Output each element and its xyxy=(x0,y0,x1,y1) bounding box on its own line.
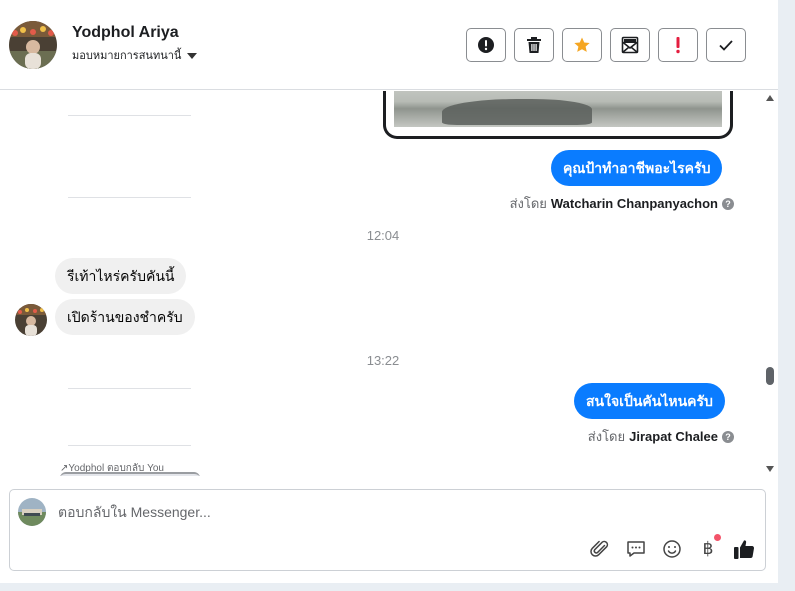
message-thread[interactable]: คุณป้าทำอาชีพอะไรครับ ส่งโดย Watcharin C… xyxy=(0,91,778,476)
thread-scrollbar[interactable] xyxy=(762,91,778,476)
contact-avatar-small[interactable] xyxy=(15,304,47,336)
assign-conversation-dropdown[interactable]: มอบหมายการสนทนานี้ xyxy=(72,46,198,64)
sender-name: Jirapat Chalee xyxy=(629,429,718,444)
smiley-icon xyxy=(663,540,681,558)
chat-bubble-icon xyxy=(627,541,645,557)
header-actions xyxy=(466,28,746,62)
thumbs-up-icon xyxy=(734,540,755,559)
mark-done-button[interactable] xyxy=(706,28,746,62)
sent-by-prefix: ส่งโดย xyxy=(509,196,547,211)
outgoing-message[interactable]: คุณป้าทำอาชีพอะไรครับ xyxy=(551,150,723,186)
saved-replies-button[interactable] xyxy=(625,538,647,560)
attach-button[interactable] xyxy=(589,538,611,560)
help-icon[interactable]: ? xyxy=(722,197,734,210)
scroll-down-arrow-icon[interactable] xyxy=(766,466,774,472)
outgoing-message[interactable]: สนใจเป็นคันไหนครับ xyxy=(574,383,725,419)
quoted-message-preview[interactable] xyxy=(60,472,200,476)
page-avatar xyxy=(18,498,46,526)
contact-name: Yodphol Ariya xyxy=(72,24,179,41)
star-icon xyxy=(574,37,590,52)
conversation-panel: Yodphol Ariya มอบหมายการสนทนานี้ คุณป้าท… xyxy=(0,0,778,583)
incoming-message[interactable]: เปิดร้านของชำครับ xyxy=(55,299,195,335)
alert-circle-icon xyxy=(478,37,494,53)
exclamation-icon xyxy=(676,37,680,54)
star-button[interactable] xyxy=(562,28,602,62)
image-attachment[interactable] xyxy=(383,91,733,139)
checkmark-icon xyxy=(719,40,733,51)
trash-icon xyxy=(527,37,541,53)
scroll-thumb[interactable] xyxy=(766,367,774,385)
help-icon[interactable]: ? xyxy=(722,430,734,443)
divider xyxy=(68,388,191,389)
baht-icon: ฿ xyxy=(702,539,714,559)
reply-composer: ฿ xyxy=(9,489,766,571)
scroll-up-arrow-icon[interactable] xyxy=(766,95,774,101)
sent-by-prefix: ส่งโดย xyxy=(587,429,626,444)
notification-dot xyxy=(714,534,721,541)
paperclip-icon xyxy=(590,540,609,557)
attachment-photo xyxy=(394,91,722,127)
divider xyxy=(68,445,191,446)
payment-button[interactable]: ฿ xyxy=(697,534,721,560)
incoming-message[interactable]: รีเท้าไหร่ครับคันนี้ xyxy=(55,258,187,294)
conversation-header: Yodphol Ariya มอบหมายการสนทนานี้ xyxy=(0,0,778,90)
mark-unread-button[interactable] xyxy=(610,28,650,62)
emoji-button[interactable] xyxy=(661,538,683,560)
caret-down-icon xyxy=(187,53,198,59)
contact-avatar[interactable] xyxy=(9,21,57,69)
sent-by-line: ส่งโดย Watcharin Chanpanyachon ? xyxy=(510,193,734,214)
timestamp: 12:04 xyxy=(366,228,400,243)
composer-tools: ฿ xyxy=(589,534,755,560)
timestamp: 13:22 xyxy=(366,353,400,368)
sent-by-line: ส่งโดย Jirapat Chalee ? xyxy=(588,426,734,447)
reply-input[interactable] xyxy=(58,504,598,520)
follow-up-button[interactable] xyxy=(658,28,698,62)
like-button[interactable] xyxy=(733,538,755,560)
divider xyxy=(68,115,191,116)
delete-button[interactable] xyxy=(514,28,554,62)
divider xyxy=(68,197,191,198)
spam-button[interactable] xyxy=(466,28,506,62)
envelope-icon xyxy=(621,36,639,54)
sender-name: Watcharin Chanpanyachon xyxy=(550,196,718,211)
assign-label: มอบหมายการสนทนานี้ xyxy=(72,50,182,62)
